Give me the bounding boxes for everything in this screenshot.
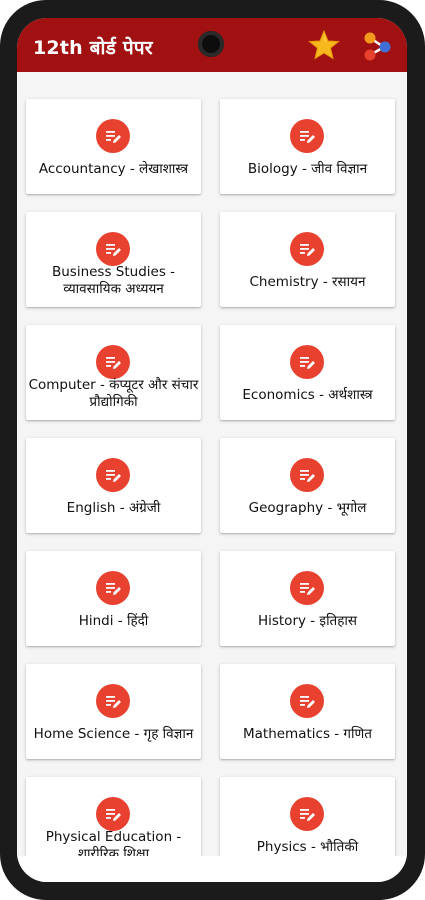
share-button[interactable] bbox=[361, 30, 393, 62]
subject-label: English - अंग्रेजी bbox=[66, 500, 161, 516]
edit-note-icon bbox=[290, 119, 324, 153]
edit-note-icon bbox=[96, 119, 130, 153]
subject-card[interactable]: Economics - अर्थशास्त्र bbox=[220, 325, 395, 420]
phone-frame: 12th बोर्ड पेपर Accountancy - लेखाशास्त्… bbox=[0, 0, 425, 900]
star-icon bbox=[308, 29, 340, 60]
bottom-nav-area bbox=[17, 856, 407, 882]
edit-note-icon bbox=[290, 232, 324, 266]
subject-card[interactable]: Hindi - हिंदी bbox=[26, 551, 201, 646]
subject-card[interactable]: English - अंग्रेजी bbox=[26, 438, 201, 533]
edit-note-icon bbox=[96, 345, 130, 379]
edit-note-icon bbox=[96, 797, 130, 831]
share-icon bbox=[364, 32, 391, 61]
subject-card[interactable]: History - इतिहास bbox=[220, 551, 395, 646]
subject-label: Mathematics - गणित bbox=[242, 726, 372, 742]
subject-label: Hindi - हिंदी bbox=[78, 613, 149, 629]
subject-label: Business Studies - व्यावसायिक अध्ययन bbox=[51, 264, 176, 297]
subject-card[interactable]: Chemistry - रसायन bbox=[220, 212, 395, 307]
edit-note-icon bbox=[290, 797, 324, 831]
subject-label: Geography - भूगोल bbox=[248, 500, 367, 516]
subject-label: Physics - भौतिकी bbox=[256, 839, 359, 855]
subject-label: Chemistry - रसायन bbox=[249, 274, 366, 290]
app-title: 12th बोर्ड पेपर bbox=[33, 37, 153, 59]
subject-label: History - इतिहास bbox=[257, 613, 358, 629]
subject-label: Accountancy - लेखाशास्त्र bbox=[38, 161, 189, 177]
screen: 12th बोर्ड पेपर Accountancy - लेखाशास्त्… bbox=[17, 18, 407, 882]
subject-list[interactable]: Accountancy - लेखाशास्त्र Biology - जीव व… bbox=[17, 72, 407, 882]
edit-note-icon bbox=[290, 684, 324, 718]
edit-note-icon bbox=[96, 232, 130, 266]
edit-note-icon bbox=[96, 458, 130, 492]
subject-label: Biology - जीव विज्ञान bbox=[247, 161, 368, 177]
subject-card[interactable]: Computer - कंप्यूटर और संचार प्रौद्योगिक… bbox=[26, 325, 201, 420]
subject-card[interactable]: Accountancy - लेखाशास्त्र bbox=[26, 99, 201, 194]
favorite-button[interactable] bbox=[308, 29, 340, 61]
edit-note-icon bbox=[290, 571, 324, 605]
subject-card[interactable]: Geography - भूगोल bbox=[220, 438, 395, 533]
camera-cutout bbox=[198, 31, 224, 57]
edit-note-icon bbox=[290, 458, 324, 492]
subject-card[interactable]: Home Science - गृह विज्ञान bbox=[26, 664, 201, 759]
app-bar: 12th बोर्ड पेपर bbox=[17, 18, 407, 72]
subject-label: Economics - अर्थशास्त्र bbox=[242, 387, 373, 403]
edit-note-icon bbox=[290, 345, 324, 379]
subject-label: Home Science - गृह विज्ञान bbox=[33, 726, 194, 742]
subject-card[interactable]: Biology - जीव विज्ञान bbox=[220, 99, 395, 194]
subject-label: Computer - कंप्यूटर और संचार प्रौद्योगिक… bbox=[28, 377, 199, 410]
edit-note-icon bbox=[96, 571, 130, 605]
subject-card[interactable]: Business Studies - व्यावसायिक अध्ययन bbox=[26, 212, 201, 307]
subject-card[interactable]: Mathematics - गणित bbox=[220, 664, 395, 759]
edit-note-icon bbox=[96, 684, 130, 718]
